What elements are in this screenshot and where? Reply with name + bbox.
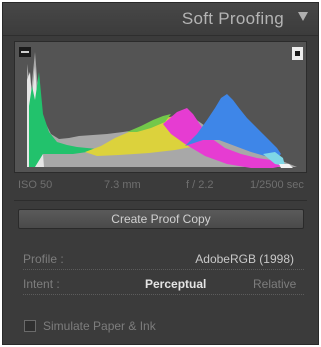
histogram-info: ISO 50 7.3 mm f / 2.2 1/2500 sec [14, 179, 307, 195]
dotted-separator [23, 294, 304, 295]
focal-length-value: 7.3 mm [104, 179, 141, 191]
aperture-value: f / 2.2 [186, 179, 214, 191]
shutter-value: 1/2500 sec [250, 179, 304, 191]
histogram-graph [27, 52, 297, 168]
histogram [14, 41, 307, 173]
divider [14, 200, 307, 201]
simulate-paper-ink-checkbox[interactable] [24, 320, 36, 332]
panel-title: Soft Proofing [181, 9, 284, 28]
triangle-down-icon[interactable] [298, 12, 308, 21]
profile-label: Profile : [23, 252, 64, 266]
simulate-paper-ink-label: Simulate Paper & Ink [43, 319, 156, 333]
profile-select[interactable]: AdobeRGB (1998) [195, 252, 294, 266]
intent-perceptual-option[interactable]: Perceptual [145, 277, 206, 291]
iso-value: ISO 50 [18, 179, 53, 191]
intent-relative-option[interactable]: Relative [253, 277, 296, 291]
dotted-separator [23, 269, 304, 270]
shadow-clipping-toggle[interactable] [19, 47, 31, 57]
panel-header[interactable]: Soft Proofing [3, 3, 318, 36]
create-proof-copy-button[interactable]: Create Proof Copy [18, 209, 304, 229]
intent-label: Intent : [23, 277, 60, 291]
soft-proofing-panel: Soft Proofing ISO 50 7.3 mm f / 2.2 1/25… [2, 2, 319, 345]
highlight-clipping-toggle[interactable] [292, 47, 303, 60]
